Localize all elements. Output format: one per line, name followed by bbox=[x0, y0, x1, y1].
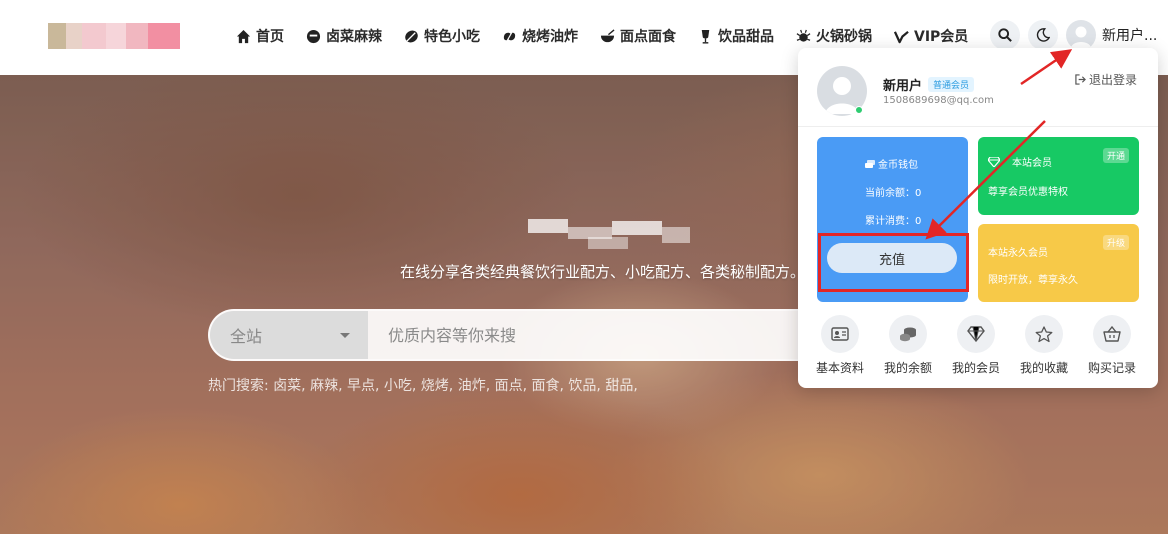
hot-search-term[interactable]: 面食 bbox=[532, 378, 560, 394]
nav-label: 火锅砂锅 bbox=[816, 29, 872, 45]
hot-search-term[interactable]: 早点 bbox=[347, 378, 375, 394]
star-icon bbox=[1025, 315, 1063, 353]
hotpot-icon bbox=[796, 29, 811, 44]
hot-search-term[interactable]: 卤菜 bbox=[273, 378, 301, 394]
wallet-title-text: 金币钱包 bbox=[878, 160, 918, 171]
hot-search-term[interactable]: 小吃 bbox=[384, 378, 412, 394]
nav-label: VIP会员 bbox=[914, 29, 969, 45]
permanent-vip-upgrade-tag[interactable]: 升级 bbox=[1102, 235, 1129, 250]
user-menu-trigger[interactable]: 新用户... bbox=[1066, 20, 1157, 50]
quick-link-label: 我的余额 bbox=[883, 361, 932, 375]
basket-icon bbox=[1093, 315, 1131, 353]
vip-card[interactable]: 本站会员 尊享会员优惠特权 开通 bbox=[978, 137, 1139, 215]
divider bbox=[798, 126, 1158, 127]
quick-link-label: 我的收藏 bbox=[1019, 361, 1068, 375]
bowl-icon bbox=[600, 28, 615, 44]
member-level-badge: 普通会员 bbox=[928, 77, 975, 92]
dropdown-user-name: 新用户 bbox=[883, 79, 923, 94]
quick-link-label: 购买记录 bbox=[1087, 361, 1136, 375]
hot-search-term[interactable]: 饮品 bbox=[568, 378, 596, 394]
quick-link-favorites[interactable]: 我的收藏 bbox=[1014, 315, 1074, 376]
hot-search-label: 热门搜索: bbox=[208, 378, 269, 394]
user-name: 新用户... bbox=[1102, 28, 1158, 44]
grill-icon bbox=[502, 29, 517, 44]
permanent-vip-title: 本站永久会员 bbox=[988, 248, 1048, 259]
nav-item-noodles[interactable]: 面点面食 bbox=[600, 0, 676, 72]
nav-label: 特色小吃 bbox=[424, 29, 480, 45]
hot-search-term[interactable]: 烧烤 bbox=[421, 378, 449, 394]
search-bar: 全站 bbox=[208, 309, 828, 361]
search-scope-select[interactable]: 全站 bbox=[210, 311, 368, 359]
search-icon bbox=[998, 28, 1012, 42]
vip-open-tag[interactable]: 开通 bbox=[1102, 148, 1129, 163]
wallet-title: 金币钱包 bbox=[865, 156, 918, 171]
nav-item-home[interactable]: 首页 bbox=[236, 0, 284, 72]
vip-title: 本站会员 bbox=[988, 154, 1052, 169]
nav-label: 面点面食 bbox=[620, 29, 676, 45]
hot-search-term[interactable]: 麻辣 bbox=[310, 378, 338, 394]
permanent-vip-description: 限时开放，尊享永久 bbox=[988, 275, 1078, 286]
logout-label: 退出登录 bbox=[1089, 73, 1138, 87]
diamond-icon bbox=[988, 156, 1000, 167]
annotation-highlight-box bbox=[818, 233, 969, 292]
permanent-vip-card[interactable]: 本站永久会员 限时开放，尊享永久 升级 bbox=[978, 224, 1139, 302]
hero-subtitle: 在线分享各类经典餐饮行业配方、小吃配方、各类秘制配方。 bbox=[400, 263, 806, 281]
hot-search-term[interactable]: 面点 bbox=[495, 378, 523, 394]
nav-label: 卤菜麻辣 bbox=[326, 29, 382, 45]
avatar bbox=[1066, 20, 1096, 50]
diamond-icon bbox=[957, 315, 995, 353]
vip-title-text: 本站会员 bbox=[1012, 158, 1052, 169]
quick-link-orders[interactable]: 购买记录 bbox=[1082, 315, 1142, 376]
search-scope-value: 全站 bbox=[230, 327, 263, 346]
nav-label: 烧烤油炸 bbox=[522, 29, 578, 45]
theme-toggle-button[interactable] bbox=[1028, 20, 1058, 50]
drink-icon bbox=[698, 29, 713, 44]
quick-link-profile[interactable]: 基本资料 bbox=[810, 315, 870, 376]
site-logo[interactable] bbox=[48, 23, 180, 49]
logout-link[interactable]: 退出登录 bbox=[1075, 71, 1137, 88]
hot-search-term[interactable]: 油炸 bbox=[458, 378, 486, 394]
leaf-icon bbox=[404, 29, 419, 44]
coins-icon bbox=[865, 159, 875, 168]
moon-icon bbox=[1036, 28, 1050, 42]
user-dropdown-panel: 新用户 普通会员 1508689698@qq.com 退出登录 金币钱包 当前余… bbox=[798, 48, 1158, 388]
quick-link-label: 基本资料 bbox=[815, 361, 864, 375]
quick-link-label: 我的会员 bbox=[951, 361, 1000, 375]
smile-icon bbox=[306, 29, 321, 44]
search-input[interactable] bbox=[368, 311, 826, 359]
logout-icon bbox=[1075, 74, 1086, 85]
wallet-balance: 当前余额：0 bbox=[865, 188, 922, 199]
vip-icon bbox=[893, 29, 909, 44]
quick-link-membership[interactable]: 我的会员 bbox=[946, 315, 1006, 376]
nav-label: 首页 bbox=[256, 29, 284, 45]
nav-item-snacks[interactable]: 特色小吃 bbox=[404, 0, 480, 72]
home-icon bbox=[236, 29, 251, 44]
search-button[interactable] bbox=[990, 20, 1020, 50]
user-email: 1508689698@qq.com bbox=[883, 95, 994, 106]
wallet-total-spent: 累计消费：0 bbox=[865, 216, 922, 227]
hot-searches: 热门搜索: 卤菜, 麻辣, 早点, 小吃, 烧烤, 油炸, 面点, 面食, 饮品… bbox=[208, 378, 638, 394]
nav-item-drinks[interactable]: 饮品甜品 bbox=[698, 0, 774, 72]
coins-icon bbox=[889, 315, 927, 353]
nav-label: 饮品甜品 bbox=[718, 29, 774, 45]
hero-title bbox=[528, 217, 690, 251]
nav-item-bbq[interactable]: 烧烤油炸 bbox=[502, 0, 578, 72]
quick-link-balance[interactable]: 我的余额 bbox=[878, 315, 938, 376]
chevron-down-icon bbox=[340, 333, 350, 338]
id-card-icon bbox=[821, 315, 859, 353]
nav-item-luzai[interactable]: 卤菜麻辣 bbox=[306, 0, 382, 72]
online-status-dot bbox=[855, 106, 863, 114]
hot-search-term[interactable]: 甜品 bbox=[605, 378, 633, 394]
vip-description: 尊享会员优惠特权 bbox=[988, 187, 1068, 198]
